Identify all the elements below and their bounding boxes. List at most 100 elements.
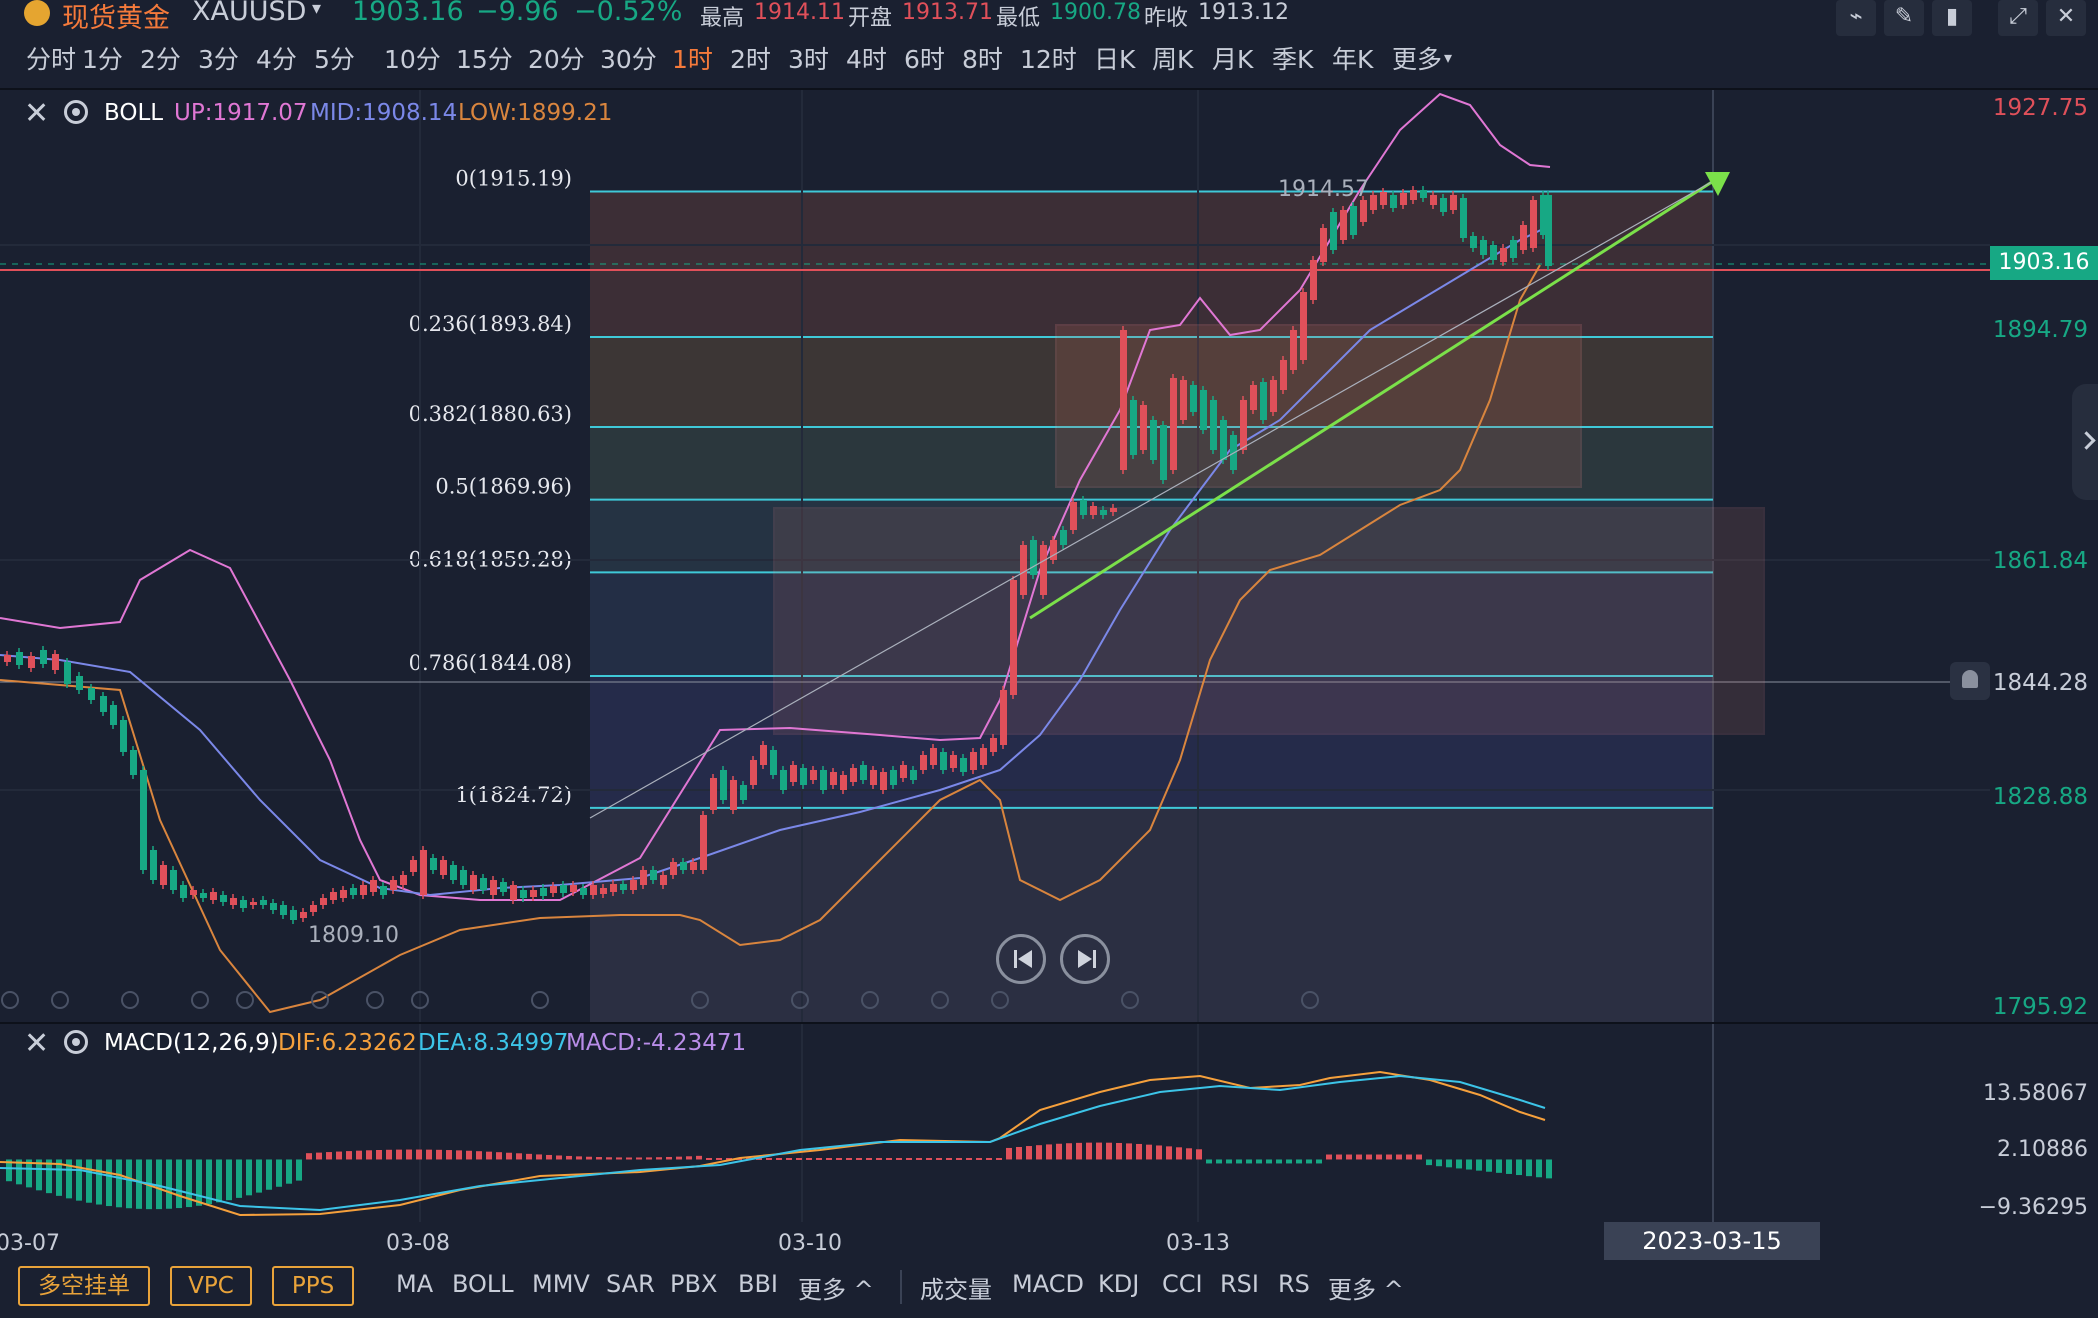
candle-body	[210, 892, 217, 900]
macd-histogram-bar	[1506, 1159, 1512, 1174]
macd-histogram-bar	[1076, 1142, 1082, 1160]
macd-histogram-bar	[336, 1151, 342, 1160]
candle-body	[100, 696, 107, 712]
candle-body	[1310, 260, 1317, 300]
macd-histogram-bar	[846, 1157, 852, 1160]
macd-histogram-bar	[436, 1149, 442, 1160]
candle-body	[590, 885, 597, 895]
candle-body	[160, 865, 167, 885]
macd-histogram-bar	[936, 1157, 942, 1160]
candle-body	[910, 770, 917, 780]
boll-name: BOLL	[104, 100, 164, 126]
pps-button[interactable]: PPS	[272, 1266, 354, 1306]
macd-histogram-bar	[86, 1159, 92, 1203]
candle-body	[860, 765, 867, 780]
candle-body	[1290, 330, 1297, 370]
fib-level-label: 0.5(1869.96)	[435, 475, 572, 499]
macd-histogram-bar	[1256, 1159, 1262, 1164]
sub-indicator-tab-4[interactable]: RSI	[1220, 1270, 1259, 1298]
macd-histogram-bar	[1376, 1154, 1382, 1160]
main-indicator-tab-6[interactable]: 更多 ^	[798, 1270, 874, 1305]
sub-indicator-tab-3[interactable]: CCI	[1162, 1270, 1203, 1298]
price-axis-label: 1927.75	[1993, 95, 2088, 121]
main-indicator-tab-5[interactable]: BBI	[738, 1270, 778, 1298]
settings-gear-icon[interactable]	[64, 100, 88, 124]
macd-histogram-bar	[976, 1157, 982, 1160]
price-annotation: 1809.10	[308, 923, 399, 948]
candle-body	[750, 760, 757, 785]
close-indicator-icon[interactable]: ✕	[24, 96, 49, 131]
candle-body	[1020, 545, 1027, 595]
macd-histogram-bar	[566, 1155, 572, 1160]
alert-bell-icon[interactable]	[1950, 662, 1990, 700]
macd-histogram-bar	[1296, 1159, 1302, 1164]
side-panel-handle[interactable]	[2072, 384, 2098, 500]
candle-body	[1110, 508, 1117, 512]
candle-body	[1150, 420, 1157, 460]
candle-body	[1430, 195, 1437, 205]
candle-body	[820, 770, 827, 790]
replay-next-button[interactable]	[1060, 934, 1110, 984]
macd-histogram-bar	[1476, 1159, 1482, 1171]
main-indicator-tab-4[interactable]: PBX	[670, 1270, 717, 1298]
candle-body	[350, 888, 357, 895]
macd-histogram-bar	[446, 1150, 452, 1160]
candle-body	[540, 888, 547, 896]
candle-body	[420, 850, 427, 895]
candle-body	[490, 880, 497, 895]
settings-gear-icon[interactable]	[64, 1030, 88, 1054]
macd-histogram-bar	[1196, 1149, 1202, 1160]
vpc-button[interactable]: VPC	[170, 1266, 252, 1306]
candle-body	[190, 890, 197, 895]
macd-histogram-bar	[496, 1152, 502, 1160]
price-chart[interactable]: 0(1915.19) 0.236(1893.84) 0.382(1880.63) 0.…	[0, 0, 2098, 1262]
sub-indicator-tab-5[interactable]: RS	[1278, 1270, 1310, 1298]
candle-body	[250, 902, 257, 905]
main-indicator-tab-0[interactable]: MA	[396, 1270, 433, 1298]
candle-body	[530, 890, 537, 897]
macd-histogram-bar	[616, 1157, 622, 1160]
replay-prev-button[interactable]	[996, 934, 1046, 984]
sub-indicator-tab-2[interactable]: KDJ	[1098, 1270, 1139, 1298]
candle-body	[520, 890, 527, 898]
boll-up: UP:1917.07	[174, 100, 308, 126]
macd-histogram-bar	[1266, 1159, 1272, 1164]
long-short-order-button[interactable]: 多空挂单	[18, 1266, 150, 1306]
price-axis-label: 1894.79	[1993, 317, 2088, 343]
macd-histogram-bar	[246, 1159, 252, 1196]
macd-histogram-bar	[1366, 1154, 1372, 1160]
fib-level-label: 0(1915.19)	[455, 167, 572, 191]
macd-histogram-bar	[666, 1156, 672, 1160]
candle-body	[1200, 390, 1207, 430]
macd-histogram-bar	[956, 1157, 962, 1160]
macd-histogram-bar	[276, 1159, 282, 1187]
candle-body	[1140, 405, 1147, 450]
main-indicator-tab-2[interactable]: MMV	[532, 1270, 590, 1298]
event-marker-icon	[531, 991, 549, 1009]
candle-body	[1520, 225, 1527, 250]
sub-indicator-tab-0[interactable]: 成交量	[920, 1270, 992, 1305]
sub-indicator-tab-6[interactable]: 更多 ^	[1328, 1270, 1404, 1305]
candle-body	[1270, 380, 1277, 412]
macd-histogram-bar	[996, 1157, 1002, 1160]
macd-histogram-bar	[426, 1149, 432, 1160]
macd-histogram-bar	[196, 1159, 202, 1206]
macd-histogram-bar	[656, 1157, 662, 1160]
macd-histogram-bar	[1086, 1142, 1092, 1160]
macd-histogram-bar	[416, 1149, 422, 1160]
candle-body	[500, 882, 507, 892]
sub-indicator-tab-1[interactable]: MACD	[1012, 1270, 1084, 1298]
macd-histogram-bar	[1336, 1154, 1342, 1160]
macd-histogram-bar	[466, 1150, 472, 1160]
main-indicator-tab-1[interactable]: BOLL	[452, 1270, 514, 1298]
close-indicator-icon[interactable]: ✕	[24, 1026, 49, 1061]
candle-body	[310, 905, 317, 912]
macd-histogram-bar	[826, 1157, 832, 1160]
macd-histogram-bar	[576, 1156, 582, 1160]
candle-body	[1040, 545, 1047, 595]
candle-body	[1510, 240, 1517, 258]
macd-histogram-bar	[816, 1157, 822, 1160]
candle-body	[1170, 378, 1177, 470]
macd-histogram-bar	[716, 1157, 722, 1160]
main-indicator-tab-3[interactable]: SAR	[606, 1270, 655, 1298]
